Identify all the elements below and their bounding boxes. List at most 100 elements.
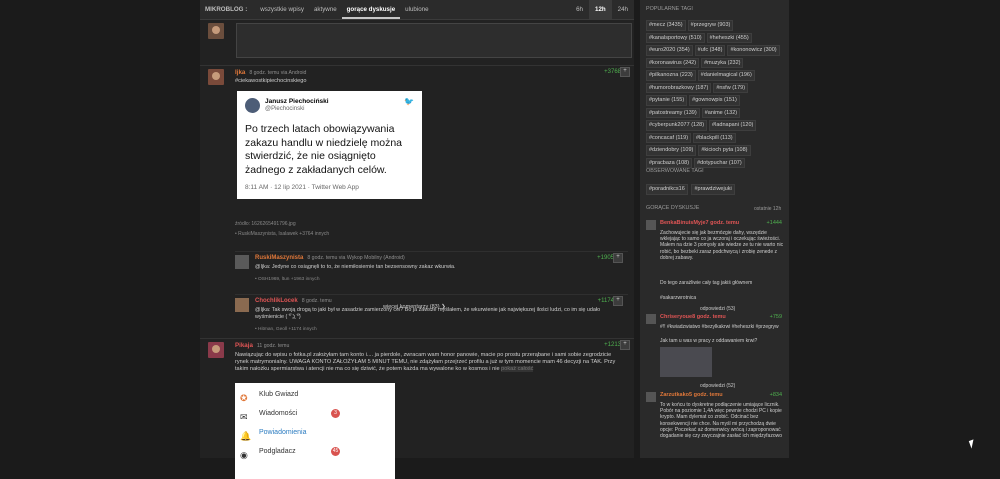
comment-avatar[interactable] <box>235 255 249 269</box>
comment-vote-count: +1174 <box>597 298 614 304</box>
popular-tag[interactable]: #kanalsportowy (510) <box>646 32 705 43</box>
screenshot-image[interactable]: ✪ Klub Gwiazd ✉ Wiadomości 3 🔔 Powiadomienia… <box>235 383 395 479</box>
plus-button[interactable]: + <box>620 340 630 350</box>
time-filter: 6h 12h 24h <box>570 0 634 19</box>
show-all-link[interactable]: pokaż całość <box>501 365 534 372</box>
entry-ijka: Ijka 8 godz. temu via Android +3768 + #ci… <box>200 65 634 356</box>
hot-text-2: Do tego zarażliwie cały tag jakiś główne… <box>660 280 753 286</box>
entry-author[interactable]: Ijka 8 godz. temu via Android <box>235 69 306 76</box>
hot-author-avatar[interactable] <box>646 314 656 324</box>
eye-icon: ◉ <box>240 450 248 460</box>
popular-tag[interactable]: #koronawirus (242) <box>646 57 700 68</box>
star-icon: ✪ <box>240 393 248 403</box>
user-avatar[interactable] <box>208 23 224 39</box>
popular-tag[interactable]: #dotypuchar (107) <box>694 157 745 168</box>
hot-author[interactable]: BenkaBinuisMyje7 godz. temu <box>660 220 739 226</box>
vote-count: +3768 <box>604 69 621 75</box>
menu-item-notifications: 🔔 Powiadomienia <box>240 429 307 441</box>
observed-tags-heading: OBSERWOWANE TAGI <box>646 168 704 174</box>
popular-tag[interactable]: #dziendobry (109) <box>646 145 697 156</box>
entry-text: Nawiązując do wpisu o fotka.pl założyłam… <box>235 352 616 372</box>
nav-active[interactable]: aktywne <box>309 0 342 19</box>
hot-discussions-filter[interactable]: ostatnie 12h <box>754 206 781 212</box>
observed-tag[interactable]: #prawdziwejuki <box>691 184 735 195</box>
popular-tag[interactable]: #euro2020 (354) <box>646 45 693 56</box>
bell-icon: 🔔 <box>240 431 252 441</box>
feed: Ijka 8 godz. temu via Android +3768 + #ci… <box>200 20 634 479</box>
popular-tag[interactable]: #nsfw (179) <box>713 82 749 93</box>
author-avatar[interactable] <box>208 69 224 85</box>
compose-box <box>208 23 632 59</box>
time-filter-12h[interactable]: 12h <box>589 0 612 19</box>
popular-tag[interactable]: #przegryw (903) <box>687 20 734 31</box>
popular-tags-heading: POPULARNE TAGI <box>646 6 693 12</box>
comment-voters[interactable]: • OSH1969, ltun +1963 innych <box>255 277 319 282</box>
popular-tag[interactable]: #anime (132) <box>701 107 741 118</box>
time-filter-24h[interactable]: 24h <box>612 0 634 19</box>
popular-tag[interactable]: #pilkanozna (223) <box>646 70 696 81</box>
hot-vote-count: +834 <box>769 392 782 398</box>
menu-item-star-club: ✪ Klub Gwiazd <box>240 391 299 403</box>
popular-tag[interactable]: #humorobrazkowy (187) <box>646 82 712 93</box>
popular-tag[interactable]: #mecz (3435) <box>646 20 686 31</box>
comment-vote-count: +1905 <box>597 255 614 261</box>
comment: RuskiMaszynista 8 godz. temu via Wykop Mo… <box>235 251 628 294</box>
tweet-author-handle: @Piechocinski <box>265 106 305 112</box>
popular-tag[interactable]: #pracbaza (108) <box>646 157 693 168</box>
hot-tags[interactable]: #!! #kwiadzwiatwo #bezylkakrwi #heheszki… <box>660 324 784 330</box>
comment-plus-button[interactable]: + <box>613 253 623 263</box>
more-comments-link[interactable]: więcej komentarzy (83) ❯ <box>383 304 446 310</box>
menu-item-messages: ✉ Wiadomości 3 <box>235 404 395 423</box>
mikroblog-topbar: MIKROBLOG : wszystkie wpisy aktywne gorą… <box>200 0 634 20</box>
popular-tag[interactable]: #pytanie (155) <box>646 95 688 106</box>
time-filter-6h[interactable]: 6h <box>570 0 589 19</box>
messages-badge: 3 <box>331 409 340 418</box>
menu-item-peeker: ◉ Podgladacz 45 <box>240 447 340 460</box>
sidebar: POPULARNE TAGI #mecz (3435) #przegryw (90… <box>640 0 789 458</box>
compose-input[interactable] <box>236 23 632 58</box>
comment-author[interactable]: RuskiMaszynista 8 godz. temu via Wykop Mo… <box>255 255 405 261</box>
plus-button[interactable]: + <box>620 67 630 77</box>
popular-tag[interactable]: #concacaf (119) <box>646 132 692 143</box>
hot-author[interactable]: Chriseryoue8 godz. temu <box>660 314 726 320</box>
nav-favorites[interactable]: ulubione <box>400 0 433 19</box>
comment-author[interactable]: ChochlikLocek 8 godz. temu <box>255 298 332 304</box>
nav-all-entries[interactable]: wszystkie wpisy <box>255 0 309 19</box>
comment-voters[interactable]: • Hitman, Geoll +1174 innych <box>255 327 317 332</box>
observed-tags-list: #poradnikcs16 #prawdziwejuki <box>646 184 784 197</box>
vote-count: +1213 <box>604 342 621 348</box>
popular-tag[interactable]: #heheszki (455) <box>706 32 752 43</box>
mouse-cursor-icon <box>968 439 977 449</box>
entry-tag[interactable]: #ciekawostkipiechocinskiego <box>235 78 307 85</box>
observed-tag[interactable]: #poradnikcs16 <box>646 184 688 195</box>
hot-author[interactable]: Zarzutkako5 godz. temu <box>660 392 723 398</box>
hot-author-avatar[interactable] <box>646 392 656 402</box>
entry-voters[interactable]: • RuskiMaszynista, Isalawek +3764 innych <box>235 231 329 238</box>
tweet-embed-image[interactable]: Janusz Piechociński @Piechocinski 🐦 Po t… <box>237 91 422 199</box>
envelope-icon: ✉ <box>240 412 248 422</box>
popular-tag[interactable]: #ladnapani (120) <box>709 120 757 131</box>
hot-tag[interactable]: #sakarzwrotnica <box>660 295 784 301</box>
comment-avatar[interactable] <box>235 298 249 312</box>
hot-image-thumbnail[interactable] <box>660 347 712 377</box>
entry-author[interactable]: Pikaja 11 godz. temu <box>235 342 289 349</box>
hot-author-avatar[interactable] <box>646 220 656 230</box>
popular-tag[interactable]: #cyberpunk2077 (128) <box>646 120 708 131</box>
hot-vote-count: +759 <box>769 314 782 320</box>
hot-replies-link[interactable]: odpowiedzi (52) <box>700 383 735 389</box>
comment-text: @Ijka: Jedyne co osiągnęli to to, że nie… <box>255 264 456 270</box>
nav-hot-discussions[interactable]: gorące dyskusje <box>341 0 401 19</box>
author-avatar[interactable] <box>208 342 224 358</box>
popular-tag[interactable]: #ufc (348) <box>694 45 726 56</box>
popular-tag[interactable]: #kicioch pyta (108) <box>698 145 751 156</box>
image-source[interactable]: źródło: 1626265491796.jpg <box>235 221 296 228</box>
popular-tag[interactable]: #patostreamy (139) <box>646 107 700 118</box>
popular-tag[interactable]: #gownowpis (151) <box>689 95 740 106</box>
popular-tag[interactable]: #kononowicz (300) <box>727 45 780 56</box>
hot-vote-count: +1444 <box>766 220 782 226</box>
hot-replies-link[interactable]: odpowiedzi (53) <box>700 306 735 312</box>
popular-tag[interactable]: #blackpill (113) <box>693 132 736 143</box>
popular-tag[interactable]: #danielmagical (196) <box>697 70 755 81</box>
comment-plus-button[interactable]: + <box>613 296 623 306</box>
popular-tag[interactable]: #muzyka (232) <box>701 57 744 68</box>
